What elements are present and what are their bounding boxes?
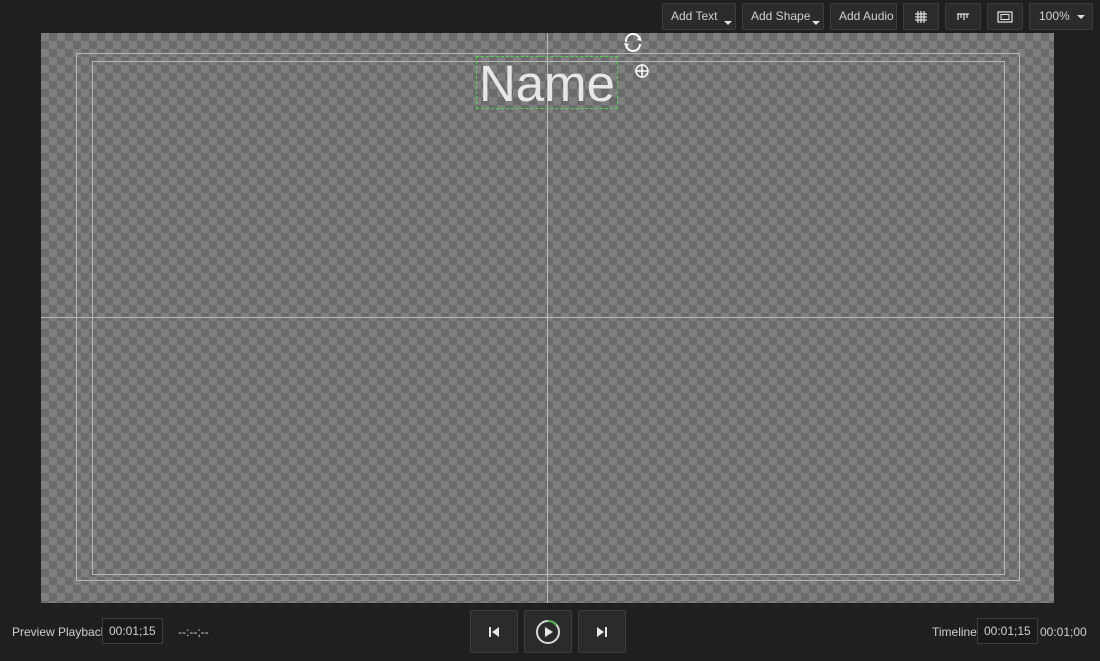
add-audio-label: Add Audio [839,9,894,23]
safe-area-toggle-button[interactable] [987,3,1023,30]
timeline-timecode: 00:01;15 [984,624,1031,638]
zoom-select[interactable]: 100% [1029,3,1093,30]
grid-icon [915,10,927,23]
preview-canvas[interactable]: Name [41,33,1054,603]
text-layer-content: Name [478,55,616,112]
rotate-handle-icon[interactable] [621,33,645,54]
add-shape-dropdown-icon[interactable] [812,21,820,25]
skip-back-icon [489,626,499,637]
timeline-timecode-field[interactable]: 00:01;15 [977,618,1038,644]
text-layer[interactable]: Name [476,55,618,112]
add-shape-label: Add Shape [751,9,811,23]
ruler-icon [957,12,969,20]
preview-timecode: 00:01;15 [109,624,156,638]
zoom-value: 100% [1039,9,1070,23]
previous-frame-button[interactable] [470,610,518,653]
zoom-dropdown-icon [1077,15,1085,19]
next-frame-button[interactable] [578,610,626,653]
timeline-duration: 00:01;00 [1040,625,1087,639]
ruler-toggle-button[interactable] [945,3,981,30]
playback-bar: Preview Playback 00:01;15 --:--;-- Timel… [0,603,1100,661]
add-audio-button[interactable]: Add Audio [830,3,897,30]
toolbar: Add Text Add Shape Add Audio 100% [0,0,1100,33]
add-text-dropdown-icon[interactable] [724,21,732,25]
center-guide-horizontal [41,317,1054,318]
add-shape-button[interactable]: Add Shape [742,3,824,30]
safe-area-icon [997,10,1013,23]
play-button[interactable] [524,610,572,653]
timeline-label: Timeline [932,625,977,639]
preview-timecode-field[interactable]: 00:01;15 [102,618,163,644]
preview-playback-label: Preview Playback [12,625,107,639]
center-guide-vertical [547,33,548,603]
title-safe-guide [92,61,1005,575]
anchor-point-icon[interactable] [633,62,651,80]
preview-secondary-timecode: --:--;-- [178,625,209,639]
add-text-label: Add Text [671,9,718,23]
grid-toggle-button[interactable] [903,3,939,30]
add-text-button[interactable]: Add Text [662,3,736,30]
skip-forward-icon [597,626,607,637]
play-icon [536,619,560,644]
